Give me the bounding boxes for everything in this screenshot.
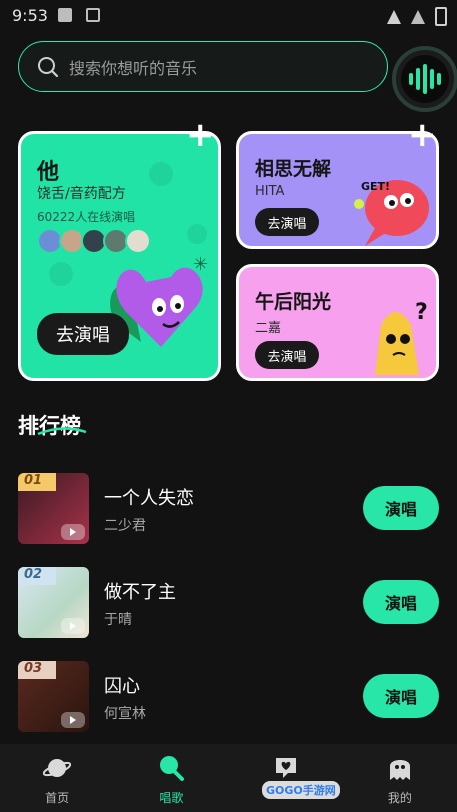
planet-icon bbox=[43, 759, 72, 777]
notification-icon bbox=[86, 8, 100, 22]
featured-subtitle: 饶舌/音药配方 bbox=[37, 186, 126, 202]
album-cover[interactable]: 02 bbox=[18, 567, 89, 638]
rank-number: 02 bbox=[18, 567, 56, 585]
sing-button[interactable]: 演唱 bbox=[363, 674, 439, 718]
tab-label: 首页 bbox=[45, 791, 70, 805]
heart-message-icon bbox=[275, 758, 296, 778]
search-bar[interactable]: 搜索你想听的音乐 bbox=[18, 41, 388, 92]
tab-profile[interactable]: 我的 bbox=[343, 744, 457, 812]
song-title: 做不了主 bbox=[104, 582, 176, 603]
song-title: 一个人失恋 bbox=[104, 488, 194, 509]
ranking-row[interactable]: 01 一个人失恋 二少君 演唱 bbox=[18, 473, 439, 545]
sound-wave-icon bbox=[401, 55, 449, 103]
album-cover[interactable]: 01 bbox=[18, 473, 89, 544]
featured-side-title: 相思无解 bbox=[255, 158, 332, 180]
tab-home[interactable]: 首页 bbox=[0, 744, 114, 812]
rank-number: 01 bbox=[18, 473, 56, 491]
title-underline bbox=[37, 427, 87, 436]
featured-title: 他 bbox=[37, 160, 60, 185]
svg-text:GET!: GET! bbox=[361, 180, 390, 193]
song-artist: 二少君 bbox=[104, 518, 146, 534]
svg-text:?: ? bbox=[415, 300, 428, 325]
signal-icon bbox=[411, 9, 425, 24]
status-bar: 9:53 bbox=[0, 0, 457, 32]
tab-label: 唱歌 bbox=[159, 791, 184, 805]
song-artist: 何宣林 bbox=[104, 706, 146, 722]
sing-recognition-button[interactable] bbox=[392, 46, 457, 112]
song-artist: 于晴 bbox=[104, 612, 132, 628]
ranking-row[interactable]: 03 囚心 何宣林 演唱 bbox=[18, 661, 439, 733]
play-icon bbox=[61, 618, 85, 634]
featured-side-sing-button[interactable]: 去演唱 bbox=[255, 208, 319, 236]
play-icon bbox=[61, 712, 85, 728]
avatar-group bbox=[37, 228, 151, 254]
featured-side-sing-button[interactable]: 去演唱 bbox=[255, 341, 319, 369]
ranking-row[interactable]: 02 做不了主 于晴 演唱 bbox=[18, 567, 439, 639]
sparkle-icon: + bbox=[408, 115, 437, 155]
thinking-mascot-icon: ? bbox=[375, 300, 428, 375]
tab-label: 我的 bbox=[387, 791, 412, 805]
tab-messages[interactable] bbox=[229, 744, 343, 812]
song-title: 囚心 bbox=[104, 676, 140, 697]
sparkle-icon: + bbox=[186, 115, 215, 155]
featured-sing-button[interactable]: 去演唱 bbox=[37, 313, 129, 355]
featured-side-artist: HITA bbox=[255, 184, 285, 199]
microphone-icon bbox=[160, 756, 185, 781]
search-icon bbox=[38, 56, 59, 77]
sing-button[interactable]: 演唱 bbox=[363, 580, 439, 624]
bottom-tab-bar: 首页 唱歌 我的 bbox=[0, 744, 457, 812]
play-icon bbox=[61, 524, 85, 540]
wifi-icon bbox=[387, 9, 401, 24]
tab-sing[interactable]: 唱歌 bbox=[114, 744, 228, 812]
watermark: GOGO手游网 bbox=[262, 781, 340, 799]
status-time: 9:53 bbox=[12, 6, 48, 25]
avatar bbox=[125, 228, 151, 254]
featured-card-main[interactable]: 他 饶舌/音药配方 60222人在线演唱 ✳ 去演唱 bbox=[18, 131, 221, 381]
svg-text:✳: ✳ bbox=[193, 254, 208, 275]
rank-number: 03 bbox=[18, 661, 56, 679]
featured-card-side[interactable]: 午后阳光 二嘉 ? 去演唱 bbox=[236, 264, 439, 381]
speech-mascot-icon: GET! bbox=[354, 180, 429, 246]
online-count: 60222人在线演唱 bbox=[37, 210, 136, 224]
ghost-icon bbox=[389, 760, 410, 780]
notification-icon bbox=[58, 8, 72, 22]
search-placeholder: 搜索你想听的音乐 bbox=[69, 58, 198, 78]
featured-side-artist: 二嘉 bbox=[255, 321, 282, 336]
battery-icon bbox=[435, 7, 447, 26]
album-cover[interactable]: 03 bbox=[18, 661, 89, 732]
sing-button[interactable]: 演唱 bbox=[363, 486, 439, 530]
featured-side-title: 午后阳光 bbox=[255, 291, 332, 313]
